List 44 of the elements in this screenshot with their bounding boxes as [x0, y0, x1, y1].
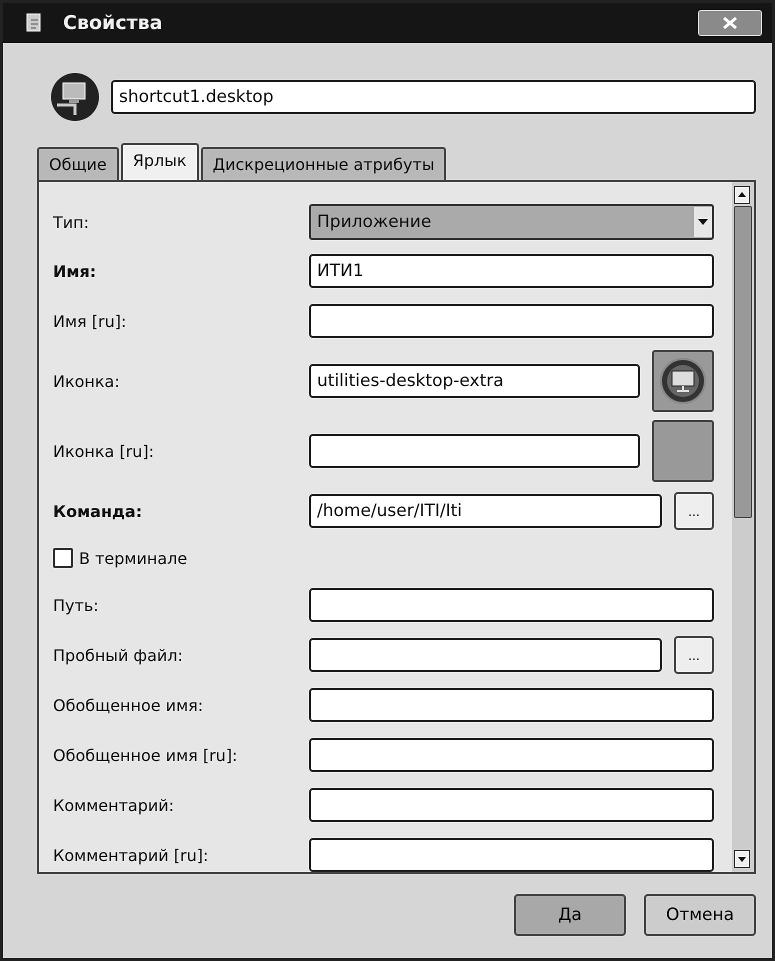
dialog-button[interactable]: Да — [514, 894, 626, 936]
name-field[interactable]: shortcut1.desktop — [111, 80, 756, 114]
field-label: Пробный файл: — [53, 646, 184, 664]
field-label: Обобщенное имя: — [53, 696, 204, 714]
text-field[interactable] — [309, 738, 714, 772]
field-label: Команда: — [53, 502, 144, 520]
tab[interactable]: Ярлык — [120, 143, 199, 180]
text-field[interactable] — [309, 304, 714, 338]
field-label: Комментарий: — [53, 796, 176, 814]
scroll-thumb[interactable] — [734, 206, 752, 518]
field-label: Имя: — [53, 262, 98, 280]
type-dropdown[interactable]: Приложение — [309, 204, 714, 240]
icon-button[interactable] — [652, 350, 714, 412]
dialog-button[interactable]: Отмена — [644, 894, 756, 936]
close-icon — [722, 16, 738, 30]
scroll-up-icon — [734, 186, 750, 204]
dropdown-value: Приложение — [317, 212, 432, 232]
scrollbar[interactable] — [732, 182, 754, 872]
text-field[interactable] — [309, 434, 640, 468]
text-field[interactable]: utilities-desktop-extra — [309, 364, 640, 398]
monitor-icon — [659, 357, 707, 405]
checkbox[interactable] — [53, 548, 73, 568]
checkbox-label[interactable]: В терминале — [79, 548, 188, 568]
text-field[interactable]: /home/user/ITI/Iti — [309, 494, 662, 528]
tab[interactable]: Дискреционные атрибуты — [200, 147, 446, 180]
field-label: Иконка: — [53, 372, 121, 390]
text-field[interactable]: ИТИ1 — [309, 254, 714, 288]
field-label: Путь: — [53, 596, 100, 614]
field-label: Иконка [ru]: — [53, 442, 156, 460]
browse-button[interactable]: ... — [674, 636, 714, 674]
field-label: Имя [ru]: — [53, 312, 128, 330]
text-field[interactable] — [309, 788, 714, 822]
text-field[interactable] — [309, 588, 714, 622]
field-label: Тип: — [53, 212, 90, 232]
close-button[interactable] — [698, 10, 762, 36]
tab[interactable]: Общие — [37, 147, 119, 180]
scroll-down-icon — [734, 850, 750, 868]
browse-button[interactable]: ... — [674, 492, 714, 530]
field-label: Обобщенное имя [ru]: — [53, 746, 238, 764]
window-title: Свойства — [63, 12, 162, 34]
field-label: Комментарий [ru]: — [53, 846, 210, 864]
text-field[interactable] — [309, 688, 714, 722]
text-field[interactable] — [309, 638, 662, 672]
text-field[interactable] — [309, 838, 714, 872]
